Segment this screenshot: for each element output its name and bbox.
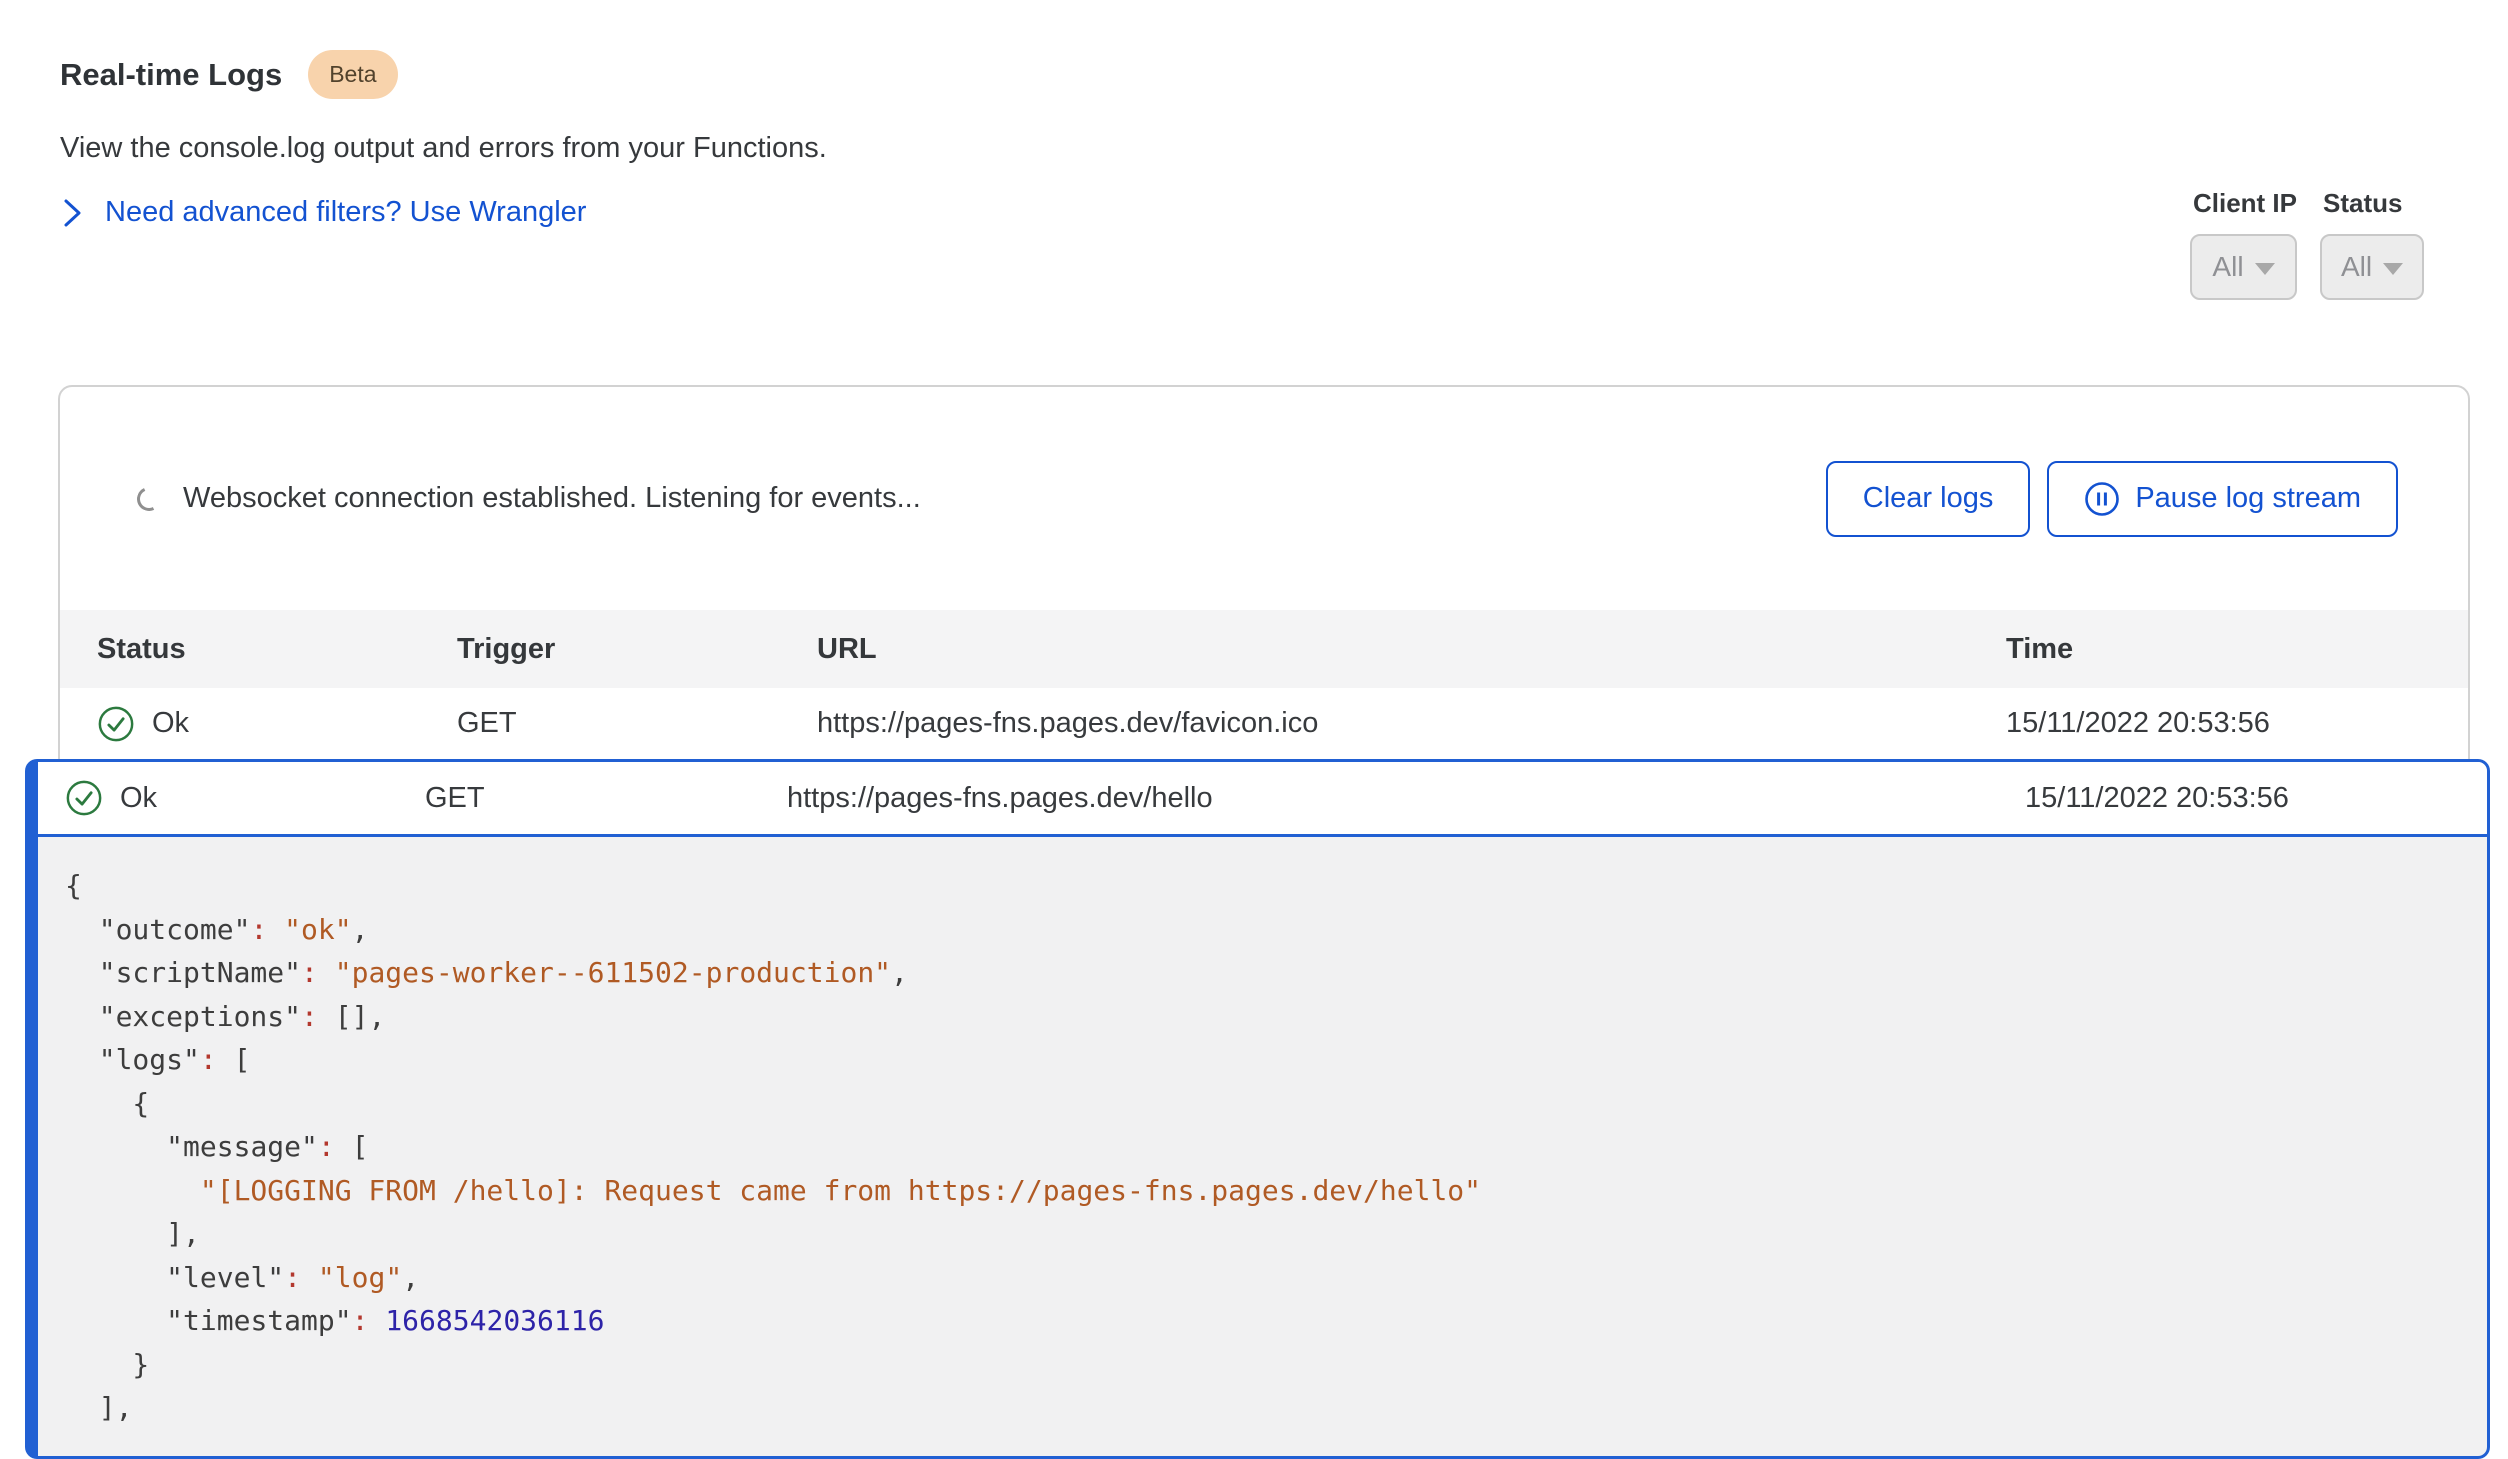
page-header: Real-time Logs Beta <box>60 50 398 99</box>
expanded-log-row[interactable]: Ok GET https://pages-fns.pages.dev/hello… <box>38 762 2487 837</box>
dropdown-caret-icon <box>2255 263 2275 275</box>
chevron-right-icon <box>62 198 83 228</box>
log-panel-toolbar: Websocket connection established. Listen… <box>60 387 2468 610</box>
status-value: Ok <box>152 707 189 740</box>
url-value: https://pages-fns.pages.dev/favicon.ico <box>817 707 2006 740</box>
pause-icon <box>2084 481 2120 517</box>
expanded-log-entry: Ok GET https://pages-fns.pages.dev/hello… <box>25 759 2490 1459</box>
column-header-status: Status <box>97 633 457 666</box>
status-filter: Status All <box>2320 188 2424 300</box>
dropdown-caret-icon <box>2383 263 2403 275</box>
time-value: 15/11/2022 20:53:56 <box>2025 782 2457 815</box>
status-filter-value: All <box>2341 251 2372 283</box>
ok-status-icon <box>65 779 103 817</box>
clear-logs-button[interactable]: Clear logs <box>1826 461 2031 537</box>
client-ip-filter: Client IP All <box>2190 188 2297 300</box>
trigger-value: GET <box>457 707 817 740</box>
client-ip-filter-dropdown[interactable]: All <box>2190 234 2297 300</box>
log-table-header: Status Trigger URL Time <box>60 610 2468 688</box>
filters-group: Client IP All Status All <box>2190 188 2424 300</box>
beta-badge: Beta <box>308 50 397 99</box>
advanced-filters-link-label: Need advanced filters? Use Wrangler <box>105 196 586 229</box>
client-ip-filter-label: Client IP <box>2193 188 2297 219</box>
pause-log-stream-button-label: Pause log stream <box>2135 482 2361 515</box>
websocket-status-message: Websocket connection established. Listen… <box>183 482 921 515</box>
log-table-row[interactable]: Ok GET https://pages-fns.pages.dev/favic… <box>60 688 2468 759</box>
url-value: https://pages-fns.pages.dev/hello <box>787 782 2025 815</box>
clear-logs-button-label: Clear logs <box>1863 482 1994 515</box>
time-value: 15/11/2022 20:53:56 <box>2006 707 2438 740</box>
status-cell: Ok <box>97 705 457 743</box>
advanced-filters-link[interactable]: Need advanced filters? Use Wrangler <box>62 196 586 229</box>
ok-status-icon <box>97 705 135 743</box>
log-detail-code: { "outcome": "ok", "scriptName": "pages-… <box>38 837 2487 1430</box>
page-subtitle: View the console.log output and errors f… <box>60 132 827 165</box>
column-header-time: Time <box>2006 633 2438 666</box>
status-cell: Ok <box>65 779 425 817</box>
status-filter-dropdown[interactable]: All <box>2320 234 2424 300</box>
spinner-icon <box>134 483 165 514</box>
status-filter-label: Status <box>2323 188 2424 219</box>
column-header-url: URL <box>817 633 2006 666</box>
client-ip-filter-value: All <box>2212 251 2243 283</box>
trigger-value: GET <box>425 782 787 815</box>
pause-log-stream-button[interactable]: Pause log stream <box>2047 461 2398 537</box>
page-title: Real-time Logs <box>60 57 282 93</box>
column-header-trigger: Trigger <box>457 633 817 666</box>
status-value: Ok <box>120 782 157 815</box>
